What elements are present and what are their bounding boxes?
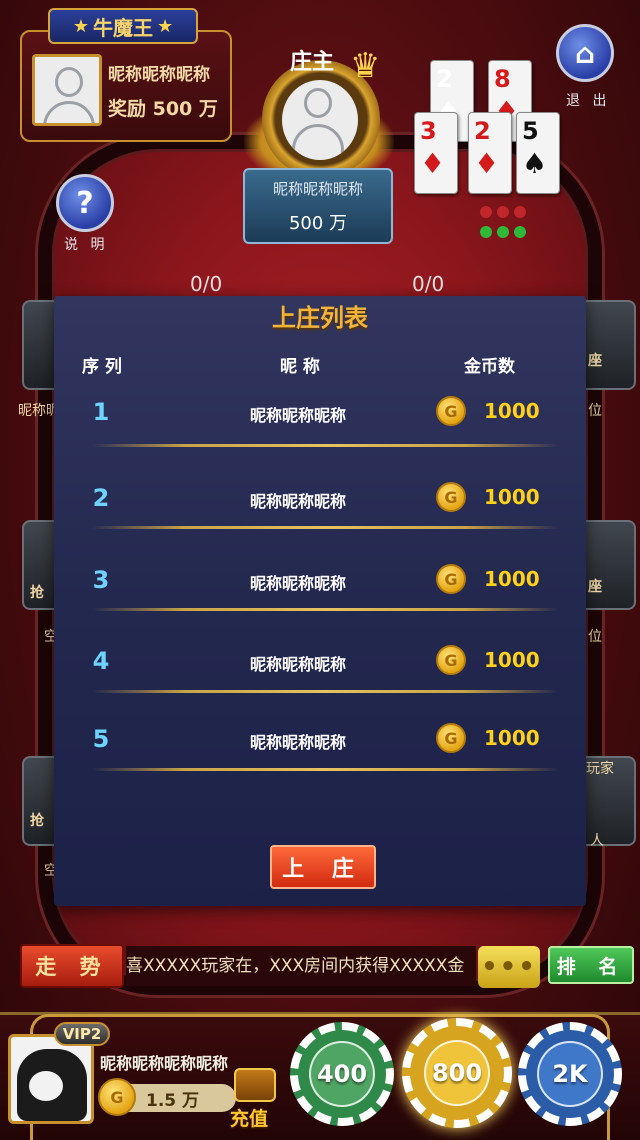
sit-seat-text: 座 [588,353,602,369]
row-rank: 4 [92,647,110,675]
user-avatar[interactable] [8,1034,94,1124]
seat-label: 位 [588,403,602,419]
row-rank: 5 [92,725,110,753]
row-name: 昵称昵称昵称 [249,574,346,593]
row-rank: 3 [92,566,110,594]
row-name: 昵称昵称昵称 [249,655,346,674]
banker-name: 昵称昵称昵称 [272,180,363,198]
column-header-name: 昵 称 [280,357,320,377]
player-title: 牛魔王 [93,15,153,40]
spade-icon: ♠ [522,147,548,180]
indicator-dots [480,206,550,246]
seat-label: 人 [590,833,604,849]
trend-button[interactable]: 走 势 [20,944,124,988]
chat-icon[interactable]: ••• [478,946,540,988]
star-icon: ★ [157,15,174,37]
become-banker-button[interactable]: 上 庄 [270,845,376,889]
player-name: 昵称昵称昵称 [108,65,210,85]
diamond-icon: ♦ [420,147,446,180]
card-rank: 2 [474,117,491,145]
grab-seat-text: 抢 [30,813,44,829]
chip-2k[interactable]: 2K [518,1022,622,1126]
row-rank: 1 [92,398,110,426]
crown-icon: ♛ [350,46,381,86]
gold-coin-icon: G [436,482,466,512]
ranking-button[interactable]: 排 名 [548,946,634,984]
row-gold: 1000 [484,726,540,750]
card-rank: 8 [494,65,511,93]
user-gold: 1.5 万 [146,1091,200,1111]
player-avatar[interactable] [32,54,102,126]
banker-title: 庄主 [290,50,335,75]
row-rank: 2 [92,484,110,512]
sit-seat-text: 座 [588,579,602,595]
help-label: 说 明 [64,237,109,253]
gold-coin-icon: G [436,564,466,594]
row-divider [92,608,558,611]
row-gold: 1000 [484,485,540,509]
help-button[interactable]: ? [56,174,114,232]
row-divider [92,768,558,771]
chip-value: 2K [537,1041,603,1107]
chip-value: 400 [309,1041,375,1107]
seat-label: 位 [588,629,602,645]
recharge-button[interactable]: 充值 [230,1104,268,1131]
card-rank: 3 [420,117,437,145]
column-header-gold: 金币数 [464,357,515,377]
banker-gold: 500 万 [288,213,348,234]
diamond-icon: ♦ [474,147,500,180]
exit-button[interactable]: ⌂ [556,24,614,82]
star-icon: ★ [72,15,89,37]
score-left: 0/0 [190,272,223,296]
row-name: 昵称昵称昵称 [249,733,346,752]
dialog-title: 上庄列表 [272,304,368,332]
gold-coin-icon: G [98,1078,136,1116]
row-divider [92,444,558,447]
score-right: 0/0 [412,272,445,296]
row-gold: 1000 [484,399,540,423]
playing-card: 2 ♦ [468,112,512,194]
chip-800[interactable]: 800 [402,1018,512,1128]
seat-label: 玩家 [586,761,614,777]
gold-coin-icon: G [436,396,466,426]
chip-400[interactable]: 400 [290,1022,394,1126]
row-divider [92,526,558,529]
home-icon: ⌂ [574,36,596,70]
treasure-chest-icon[interactable] [234,1068,276,1102]
row-name: 昵称昵称昵称 [249,492,346,511]
player-reward: 奖励 500 万 [108,98,218,120]
row-name: 昵称昵称昵称 [249,406,346,425]
column-header-rank: 序 列 [82,357,122,377]
gold-coin-icon: G [436,645,466,675]
row-divider [92,690,558,693]
bank-list-dialog [54,296,586,906]
player-title-banner: ★ 牛魔王 ★ [48,8,198,44]
playing-card: 3 ♦ [414,112,458,194]
vip-badge: VIP2 [54,1022,110,1046]
banker-avatar[interactable] [282,80,358,160]
avatar-placeholder-icon [304,88,332,118]
announcement-marquee: 喜XXXXX玩家在，XXX房间内获得XXXXX金 [126,946,476,986]
avatar-placeholder-icon [55,67,83,97]
gold-coin-icon: G [436,723,466,753]
card-rank: 5 [522,117,539,145]
chip-value: 800 [424,1040,490,1106]
card-rank: 2 [436,65,453,93]
exit-label: 退 出 [566,93,611,109]
playing-card: 5 ♠ [516,112,560,194]
question-icon: ? [76,185,94,221]
banker-nameplate: 昵称昵称昵称 500 万 [243,168,393,244]
row-gold: 1000 [484,567,540,591]
row-gold: 1000 [484,648,540,672]
user-name: 昵称昵称昵称昵称 [100,1054,229,1073]
grab-seat-text: 抢 [30,585,44,601]
